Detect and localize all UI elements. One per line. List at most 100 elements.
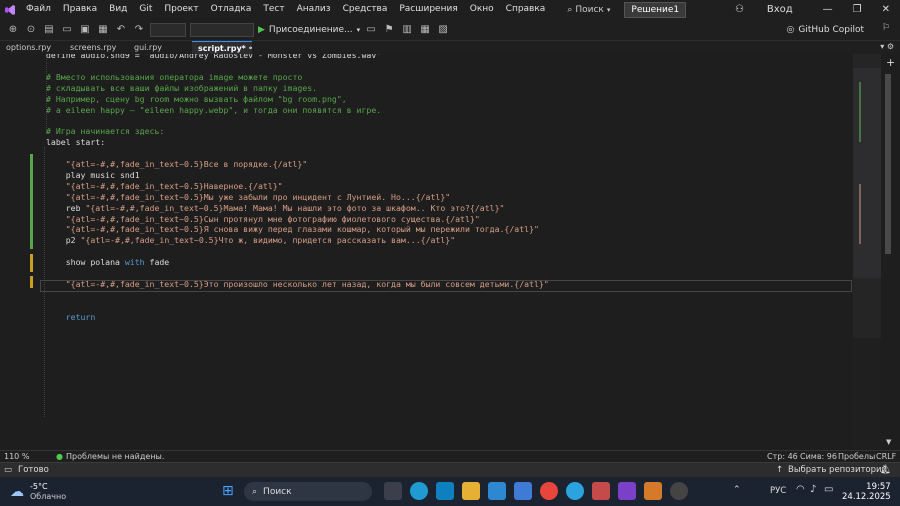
save-icon[interactable]: ▣	[78, 23, 92, 37]
copilot-button[interactable]: ◎ GitHub Copilot	[787, 19, 864, 41]
visual-studio-logo-icon	[0, 0, 20, 19]
open-folder-icon[interactable]: ▭	[60, 23, 74, 37]
menu-git[interactable]: Git	[133, 0, 158, 19]
code-line: "{atl=-#,#,fade_in_text~0.5}Я снова вижу…	[46, 224, 539, 235]
problems-label[interactable]: Проблемы не найдены.	[66, 452, 164, 461]
menu-project[interactable]: Проект	[158, 0, 204, 19]
menu-debug[interactable]: Отладка	[205, 0, 258, 19]
code-editor[interactable]: define audio.snd9 = "audio/Andrey Radost…	[0, 54, 852, 450]
repo-select[interactable]: Выбрать репозиторий	[788, 465, 887, 475]
tab-overflow-icon[interactable]: ▾ ⚙	[880, 42, 894, 51]
tab-script[interactable]: script.rpy* ⊶ ✕	[192, 41, 252, 54]
wifi-icon[interactable]: ◠	[796, 484, 805, 495]
start-icon[interactable]: ⊞	[222, 483, 234, 499]
clock-date[interactable]: 24.12.2025	[842, 492, 891, 502]
line-endings[interactable]: CRLF	[876, 452, 896, 461]
menu-test[interactable]: Тест	[257, 0, 290, 19]
battery-icon[interactable]: ▭	[824, 484, 833, 495]
taskbar-search-label: Поиск	[263, 486, 292, 497]
photos-icon[interactable]	[488, 482, 506, 500]
tray-chevron-icon[interactable]: ⌃	[733, 485, 741, 495]
attach-button[interactable]: ▶ Присоединение... ▾	[258, 25, 360, 35]
store-icon[interactable]	[436, 482, 454, 500]
line-number[interactable]: Стр: 46	[767, 452, 798, 461]
code-token: reb	[46, 202, 86, 213]
signin-button[interactable]: ⚇ Вход	[715, 4, 813, 15]
taskbar-search[interactable]: ⌕ Поиск	[244, 482, 372, 501]
game-icon[interactable]	[644, 482, 662, 500]
media-player-icon[interactable]	[670, 482, 688, 500]
minimize-icon[interactable]: —	[813, 4, 843, 15]
menu-analyze[interactable]: Анализ	[291, 0, 337, 19]
code-token: show polana	[46, 257, 125, 268]
menu-tools[interactable]: Средства	[337, 0, 394, 19]
redo-icon[interactable]: ↷	[132, 23, 146, 37]
weather-icon: ☁	[10, 483, 24, 500]
task-view-icon[interactable]	[384, 482, 402, 500]
menu-edit[interactable]: Правка	[57, 0, 103, 19]
renpy-icon[interactable]	[592, 482, 610, 500]
menu-file[interactable]: Файл	[20, 0, 57, 19]
minimap-comments	[859, 82, 873, 142]
menu-extensions[interactable]: Расширения	[393, 0, 463, 19]
save-all-icon[interactable]: ▦	[96, 23, 110, 37]
input-language[interactable]: РУС	[770, 486, 786, 496]
add-icon[interactable]: +	[886, 56, 895, 69]
close-icon[interactable]: ✕	[872, 4, 900, 15]
layout-icon[interactable]: ▥	[400, 23, 414, 37]
scroll-thumb[interactable]	[885, 74, 891, 254]
code-line: define audio.snd9 = "audio/Andrey Radost…	[46, 54, 382, 60]
code-line: "{atl=-#,#,fade_in_text~0.5}Наверное.{/a…	[46, 180, 283, 191]
code-line: # Вместо использования оператора image м…	[46, 71, 303, 82]
code-line: # Игра начинается здесь:	[46, 126, 165, 137]
vertical-scrollbar[interactable]: + ▼	[881, 54, 900, 450]
search-button[interactable]: ⌕ Поиск ▾	[561, 5, 616, 15]
undo-icon[interactable]: ↶	[114, 23, 128, 37]
char-number[interactable]: Симв: 96	[800, 452, 837, 461]
menu-bar: Файл Правка Вид Git Проект Отладка Тест …	[0, 0, 900, 19]
platform-select[interactable]	[190, 22, 254, 37]
menu-view[interactable]: Вид	[103, 0, 133, 19]
code-line: return	[46, 311, 96, 322]
back-icon[interactable]: ⊕	[6, 23, 20, 37]
clock-time[interactable]: 19:57	[866, 482, 891, 492]
grid-icon[interactable]: ▦	[418, 23, 432, 37]
search-icon: ⌕	[252, 486, 258, 497]
indent-mode[interactable]: Пробелы	[838, 452, 875, 461]
visual-studio-icon[interactable]	[618, 482, 636, 500]
attach-label: Присоединение...	[268, 24, 353, 35]
flame-icon[interactable]: ⚑	[382, 23, 396, 37]
scroll-down-icon[interactable]: ▼	[886, 438, 891, 446]
problems-ok-icon: ●	[56, 452, 63, 461]
code-line: play music snd1	[46, 169, 140, 180]
taskbar: ☁ -5°C Облачно ⊞ ⌕ Поиск ⌃ РУС ◠ ♪ ▭ 19:…	[0, 477, 900, 506]
tab-gui[interactable]: gui.rpy	[128, 41, 192, 54]
telegram-icon[interactable]	[566, 482, 584, 500]
menu-help[interactable]: Справка	[500, 0, 552, 19]
feedback-icon[interactable]: ⚐	[882, 23, 890, 33]
change-bar	[30, 254, 33, 272]
chrome-icon[interactable]	[540, 482, 558, 500]
explorer-icon[interactable]	[462, 482, 480, 500]
volume-icon[interactable]: ♪	[810, 484, 816, 495]
pin-icon[interactable]: ⊶	[249, 42, 252, 54]
tab-screens[interactable]: screens.rpy	[64, 41, 128, 54]
change-bar	[30, 154, 33, 249]
app-icon[interactable]	[514, 482, 532, 500]
zoom-level[interactable]: 110 %	[4, 452, 44, 461]
code-line: reb "{atl=-#,#,fade_in_text~0.5}Мама! Ма…	[46, 202, 505, 214]
edge-icon[interactable]	[410, 482, 428, 500]
tab-options[interactable]: options.rpy	[0, 41, 64, 54]
notification-icon[interactable]: 🔔︎	[880, 465, 891, 475]
maximize-icon[interactable]: ❐	[843, 4, 872, 15]
configuration-select[interactable]	[150, 22, 186, 37]
minimap[interactable]	[853, 54, 881, 338]
new-project-icon[interactable]: ▤	[42, 23, 56, 37]
tab-label: gui.rpy	[134, 43, 163, 52]
forward-icon[interactable]: ⊙	[24, 23, 38, 37]
menu-window[interactable]: Окно	[464, 0, 500, 19]
solution-badge[interactable]: Решение1	[624, 1, 687, 18]
panel-icon[interactable]: ▧	[436, 23, 450, 37]
code-line: # Например, сцену bg room можно вызвать …	[46, 93, 347, 104]
bookmark-icon[interactable]: ▭	[364, 23, 378, 37]
